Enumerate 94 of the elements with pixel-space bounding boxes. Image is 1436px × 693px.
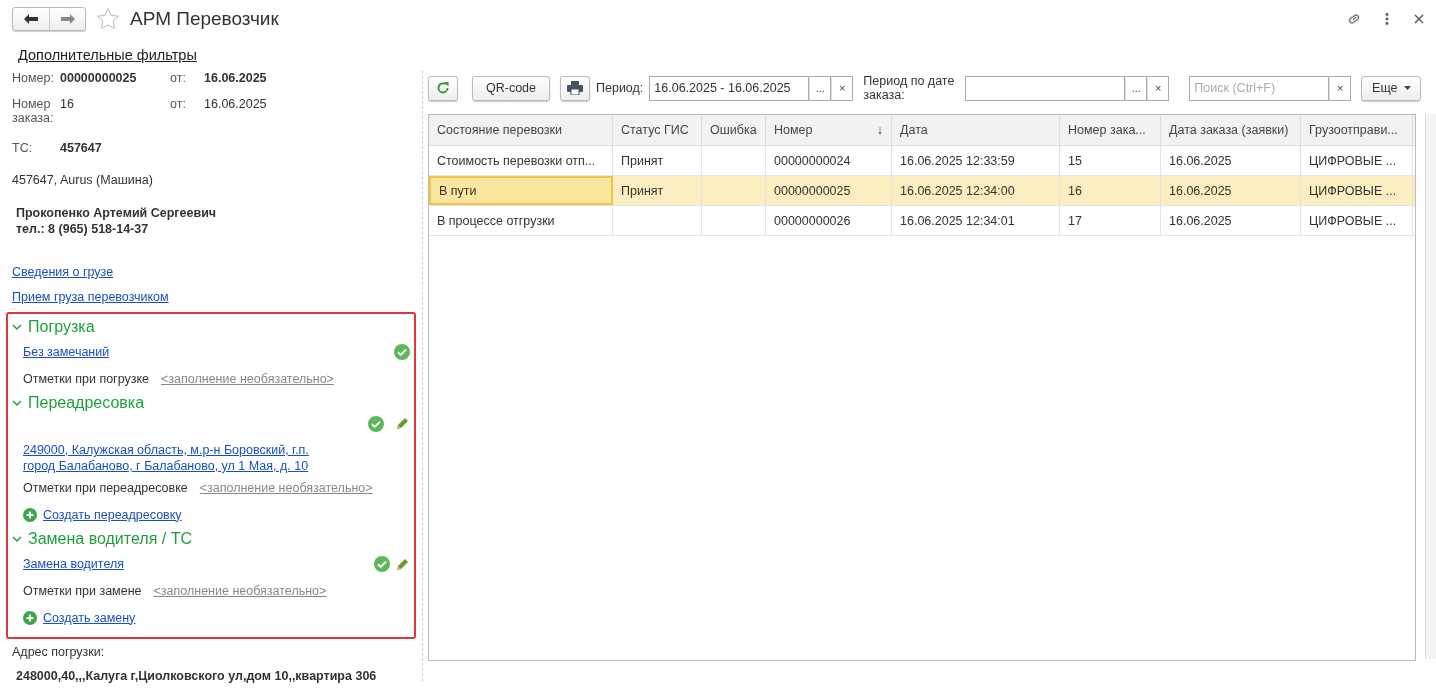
- table-cell: ЦИФРОВЫЕ ...: [1309, 213, 1397, 228]
- notes-label: Отметки при погрузке: [23, 371, 150, 386]
- column-header[interactable]: Ошибка: [702, 115, 766, 145]
- field-label: Номер:: [12, 71, 55, 85]
- status-link[interactable]: Без замечаний: [23, 344, 110, 359]
- chevron-icon: [12, 399, 22, 407]
- print-button[interactable]: [560, 75, 590, 101]
- link-icon[interactable]: [1346, 11, 1362, 27]
- column-header[interactable]: Номер ↓: [766, 115, 892, 145]
- column-header[interactable]: Номер зака...: [1060, 115, 1161, 145]
- plus-circle-icon: [23, 507, 37, 522]
- table-cell: 16.06.2025: [1169, 213, 1232, 228]
- column-header[interactable]: Грузоотправи...: [1301, 115, 1413, 145]
- more-button[interactable]: Еще: [1361, 75, 1422, 101]
- table-cell: Принят: [621, 153, 664, 168]
- field-value: 457647: [60, 141, 103, 155]
- chevron-icon: [12, 323, 22, 331]
- table-cell: 00000000026: [774, 213, 851, 228]
- pencil-icon[interactable]: [396, 416, 410, 430]
- driver-name: Прокопенко Артемий Сергеевич: [15, 205, 218, 221]
- field-label: от:: [170, 97, 187, 111]
- address-link[interactable]: 249000, Калужская область, м.р-н Боровский, г.п. город Балабаново, г Балабаново, ул 1 Мая, д. 10: [23, 442, 333, 474]
- notes-label: Отметки при замене: [23, 583, 142, 598]
- chevron-icon: [12, 535, 22, 543]
- create-link[interactable]: Создать замену: [43, 610, 136, 625]
- arrow-left-icon: [24, 14, 38, 24]
- column-header[interactable]: Статус ГИС: [613, 115, 702, 145]
- field-label: от:: [170, 71, 187, 85]
- table-row[interactable]: В пути Принят 00000000025 16.06.2025 12:34:00 16 16.06.2025 ЦИФРОВЫЕ ...: [429, 176, 1415, 206]
- create-link[interactable]: Создать переадресовку: [43, 507, 182, 522]
- table-cell: 16.06.2025: [1169, 183, 1232, 198]
- load-address: 248000,40,,,Калуга г,Циолковского ул,дом 10,,квартира 306: [15, 669, 378, 683]
- notes-placeholder-link[interactable]: <заполнение необязательно>: [161, 371, 334, 386]
- field-value: 16.06.2025: [204, 71, 268, 85]
- link[interactable]: Сведения о грузе: [12, 265, 422, 279]
- table-cell: 15: [1068, 153, 1082, 168]
- field-label: Номер заказа:: [12, 97, 55, 125]
- table-cell: 17: [1068, 213, 1082, 228]
- table-cell: В процессе отгрузки: [437, 213, 555, 228]
- select-button[interactable]: ...: [1125, 75, 1148, 101]
- qr-code-button[interactable]: QR-code: [472, 75, 550, 101]
- star-icon[interactable]: [96, 7, 120, 31]
- arrow-right-icon: [60, 14, 75, 24]
- pencil-icon[interactable]: [396, 556, 410, 571]
- table-cell: ЦИФРОВЫЕ ...: [1309, 153, 1397, 168]
- table-cell: В пути: [439, 183, 477, 198]
- section-header[interactable]: Замена водителя / ТС: [12, 528, 410, 550]
- table-cell: 16.06.2025: [1169, 153, 1232, 168]
- status-link[interactable]: Замена водителя: [23, 556, 124, 571]
- field-value: 16: [60, 97, 75, 111]
- search-field[interactable]: Поиск (Ctrl+F): [1189, 75, 1330, 101]
- table-cell: ЦИФРОВЫЕ ...: [1309, 183, 1397, 198]
- table-cell: 16: [1068, 183, 1082, 198]
- field-label: Адрес погрузки:: [12, 645, 106, 659]
- vehicle-description: 457647, Aurus (Машина): [12, 173, 154, 187]
- table-cell: 00000000025: [774, 183, 851, 198]
- clear-button[interactable]: ×: [1329, 75, 1352, 101]
- printer-icon: [567, 81, 583, 95]
- field-label: ТС:: [12, 141, 34, 155]
- caret-icon: [1403, 86, 1411, 90]
- section-header[interactable]: Погрузка: [12, 316, 410, 338]
- field-value: 16.06.2025: [204, 97, 268, 111]
- field-value: 00000000025: [60, 71, 138, 85]
- notes-label: Отметки при переадресовке: [23, 480, 188, 495]
- period-field[interactable]: 16.06.2025 - 16.06.2025: [649, 75, 810, 101]
- table-cell: 00000000024: [774, 153, 851, 168]
- clear-button[interactable]: ×: [1147, 75, 1170, 101]
- clear-button[interactable]: ×: [831, 75, 854, 101]
- notes-placeholder-link[interactable]: <заполнение необязательно>: [199, 480, 373, 495]
- table-row[interactable]: В процессе отгрузки 00000000026 16.06.2025 12:34:01 17 16.06.2025 ЦИФРОВЫЕ ...: [429, 206, 1415, 236]
- scrollbar[interactable]: [1425, 114, 1436, 659]
- table-cell: Принят: [621, 183, 664, 198]
- order-period-label: Период по дате заказа:: [863, 74, 956, 102]
- table-cell: Стоимость перевозки отп...: [437, 153, 596, 168]
- column-header[interactable]: Дата: [892, 115, 1060, 145]
- more-icon[interactable]: [1384, 12, 1390, 26]
- filters-link[interactable]: Дополнительные фильтры: [18, 47, 197, 63]
- column-header[interactable]: Состояние перевозки: [429, 115, 613, 145]
- window-title: АРМ Перевозчик: [130, 8, 279, 30]
- table-cell: 16.06.2025 12:34:00: [900, 183, 1015, 198]
- table-cell: 16.06.2025 12:33:59: [900, 153, 1015, 168]
- column-header[interactable]: Дата заказа (заявки): [1161, 115, 1301, 145]
- plus-circle-icon: [23, 610, 37, 625]
- order-period-field[interactable]: [965, 75, 1126, 101]
- driver-phone: тел.: 8 (965) 518-14-37: [15, 221, 150, 237]
- section-header[interactable]: Переадресовка: [12, 392, 410, 414]
- link[interactable]: Прием груза перевозчиком: [12, 290, 422, 304]
- select-button[interactable]: ...: [809, 75, 832, 101]
- refresh-icon: [436, 81, 450, 95]
- notes-placeholder-link[interactable]: <заполнение необязательно>: [153, 583, 327, 598]
- refresh-button[interactable]: [428, 75, 458, 101]
- close-icon[interactable]: [1414, 14, 1424, 24]
- period-label: Период:: [596, 81, 644, 95]
- table-cell: 16.06.2025 12:34:01: [900, 213, 1015, 228]
